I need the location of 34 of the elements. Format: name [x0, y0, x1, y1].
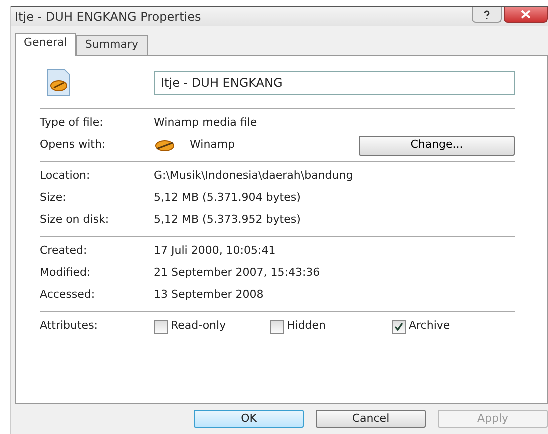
field-value: Winamp	[190, 137, 236, 154]
field-label: Attributes:	[40, 318, 100, 334]
media-file-icon	[46, 68, 72, 96]
field-label: Size:	[40, 190, 68, 206]
dialog-button[interactable]: OK	[194, 410, 304, 428]
checkbox[interactable]: Hidden	[270, 318, 392, 335]
tab[interactable]: Summary	[76, 35, 148, 54]
checkbox[interactable]: Read-only	[154, 318, 270, 335]
field-value: 21 September 2007, 15:43:36	[154, 265, 320, 282]
dialog-button[interactable]: Cancel	[316, 410, 426, 428]
field-value: 5,12 MB (5.371.904 bytes)	[154, 190, 301, 206]
change-button[interactable]: Change...	[359, 136, 515, 156]
file-name-field[interactable]: Itje - DUH ENGKANG	[154, 70, 515, 94]
field-label: Opens with:	[40, 137, 107, 154]
field-value: 13 September 2008	[154, 287, 264, 304]
field-label: Accessed:	[40, 287, 96, 304]
close-button[interactable]	[504, 7, 548, 23]
close-icon	[521, 10, 531, 19]
field-label: Type of file:	[40, 115, 104, 132]
window-title: Itje - DUH ENGKANG Properties	[15, 8, 202, 26]
field-value: G:\Musik\Indonesia\daerah\bandung	[154, 168, 354, 184]
help-button[interactable]	[472, 7, 502, 23]
app-icon	[154, 138, 176, 152]
checkmark-icon	[394, 322, 404, 332]
field-label: Created:	[40, 243, 88, 260]
field-value: Winamp media file	[154, 115, 258, 132]
checkbox[interactable]: Archive	[392, 318, 450, 335]
field-label: Size on disk:	[40, 212, 110, 228]
field-value: 5,12 MB (5.373.952 bytes)	[154, 212, 301, 228]
tab[interactable]: General	[15, 33, 76, 56]
field-label: Location:	[40, 168, 92, 184]
help-icon	[482, 10, 492, 20]
field-label: Modified:	[40, 265, 92, 282]
field-value: 17 Juli 2000, 10:05:41	[154, 243, 276, 260]
